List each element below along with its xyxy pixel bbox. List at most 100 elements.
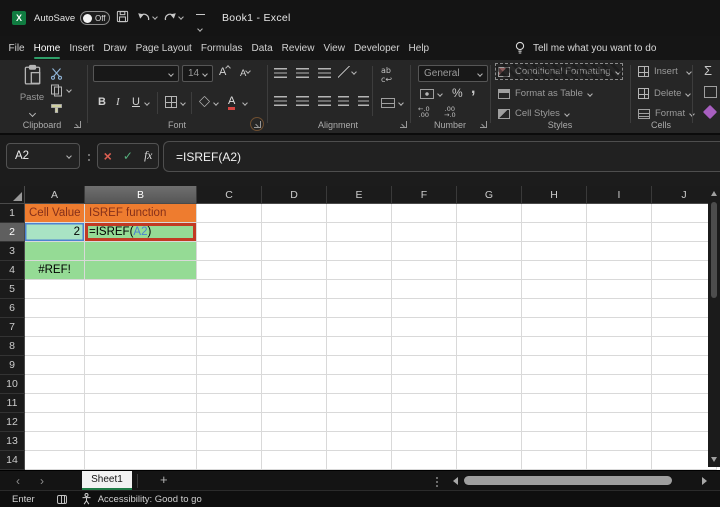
cell-E7[interactable] [327, 318, 392, 337]
copy-button[interactable] [50, 84, 63, 102]
comma-style-button[interactable]: , [471, 80, 475, 98]
column-header-a[interactable]: A [25, 186, 85, 204]
cell-C2[interactable] [197, 223, 262, 242]
cell-H5[interactable] [522, 280, 587, 299]
cell-B2[interactable]: =ISREF(A2) [85, 223, 197, 242]
cell-D5[interactable] [262, 280, 327, 299]
cell-H10[interactable] [522, 375, 587, 394]
next-sheet-button[interactable]: › [40, 473, 44, 489]
column-header-i[interactable]: I [587, 186, 652, 204]
row-header-7[interactable]: 7 [0, 318, 25, 337]
fill-color-chevron-icon[interactable] [213, 100, 219, 106]
cell-E5[interactable] [327, 280, 392, 299]
cell-G7[interactable] [457, 318, 522, 337]
macro-record-icon[interactable] [56, 494, 67, 504]
redo-button[interactable] [163, 11, 177, 29]
row-header-4[interactable]: 4 [0, 261, 25, 280]
cell-H9[interactable] [522, 356, 587, 375]
clear-eraser-icon[interactable] [702, 104, 718, 120]
orientation-chevron-icon[interactable] [351, 69, 357, 75]
delete-cells-button[interactable]: Delete [638, 88, 692, 99]
align-middle-button[interactable] [296, 68, 309, 78]
column-header-e[interactable]: E [327, 186, 392, 204]
cell-B6[interactable] [85, 299, 197, 318]
number-format-combobox[interactable]: General [418, 65, 488, 82]
clipboard-dialog-launcher[interactable] [74, 121, 81, 128]
cell-I13[interactable] [587, 432, 652, 451]
cell-D1[interactable] [262, 204, 327, 223]
cell-A13[interactable] [25, 432, 85, 451]
cell-F6[interactable] [392, 299, 457, 318]
autosave-toggle[interactable]: Off [80, 11, 110, 25]
cell-B10[interactable] [85, 375, 197, 394]
font-name-combobox[interactable] [93, 65, 179, 82]
font-color-button[interactable]: A [228, 96, 236, 110]
formula-input[interactable]: =ISREF(A2) [163, 141, 720, 172]
menu-tab-developer[interactable]: Developer [349, 36, 404, 60]
borders-chevron-icon[interactable] [180, 100, 186, 106]
cell-G2[interactable] [457, 223, 522, 242]
hscroll-left-arrow-icon[interactable] [453, 477, 458, 485]
column-header-b[interactable]: B [85, 186, 197, 204]
cell-C11[interactable] [197, 394, 262, 413]
row-header-14[interactable]: 14 [0, 451, 25, 470]
cell-D10[interactable] [262, 375, 327, 394]
menu-tab-page-layout[interactable]: Page Layout [131, 36, 196, 60]
row-header-3[interactable]: 3 [0, 242, 25, 261]
cell-B7[interactable] [85, 318, 197, 337]
cell-E11[interactable] [327, 394, 392, 413]
insert-cells-button[interactable]: Insert [638, 66, 692, 77]
cell-B3[interactable] [85, 242, 197, 261]
cell-C8[interactable] [197, 337, 262, 356]
row-header-13[interactable]: 13 [0, 432, 25, 451]
cell-D11[interactable] [262, 394, 327, 413]
cell-C4[interactable] [197, 261, 262, 280]
cell-H7[interactable] [522, 318, 587, 337]
cell-A6[interactable] [25, 299, 85, 318]
redo-dropdown-chevron-icon[interactable] [178, 14, 184, 20]
cell-C12[interactable] [197, 413, 262, 432]
cell-I4[interactable] [587, 261, 652, 280]
font-size-combobox[interactable]: 14 [182, 65, 213, 82]
cell-C13[interactable] [197, 432, 262, 451]
cell-H8[interactable] [522, 337, 587, 356]
menu-tab-help[interactable]: Help [404, 36, 434, 60]
column-header-f[interactable]: F [392, 186, 457, 204]
cell-H6[interactable] [522, 299, 587, 318]
cell-G8[interactable] [457, 337, 522, 356]
cancel-button[interactable]: × [104, 149, 112, 163]
cell-E3[interactable] [327, 242, 392, 261]
sheet-tab-sheet1[interactable]: Sheet1 [82, 471, 132, 491]
cell-I11[interactable] [587, 394, 652, 413]
cell-A9[interactable] [25, 356, 85, 375]
cell-F11[interactable] [392, 394, 457, 413]
insert-function-button[interactable]: fx [144, 150, 152, 162]
column-header-g[interactable]: G [457, 186, 522, 204]
row-header-10[interactable]: 10 [0, 375, 25, 394]
cell-B5[interactable] [85, 280, 197, 299]
format-cells-button[interactable]: Format [638, 108, 695, 119]
cell-F10[interactable] [392, 375, 457, 394]
orientation-button[interactable] [338, 66, 350, 78]
row-header-5[interactable]: 5 [0, 280, 25, 299]
cell-G3[interactable] [457, 242, 522, 261]
cell-D7[interactable] [262, 318, 327, 337]
align-bottom-button[interactable] [318, 68, 331, 78]
vertical-scrollbar[interactable] [708, 186, 720, 467]
cell-A14[interactable] [25, 451, 85, 470]
increase-indent-button[interactable] [358, 96, 369, 106]
cell-B12[interactable] [85, 413, 197, 432]
row-header-9[interactable]: 9 [0, 356, 25, 375]
name-box[interactable]: A2 [6, 143, 80, 169]
increase-decimal-button[interactable]: ←.0 .00 [418, 106, 430, 119]
cell-D12[interactable] [262, 413, 327, 432]
cell-A4[interactable]: #REF! [25, 261, 85, 280]
number-dialog-launcher[interactable] [480, 121, 487, 128]
merge-center-button[interactable] [381, 98, 395, 108]
menu-tab-formulas[interactable]: Formulas [196, 36, 247, 60]
cell-D4[interactable] [262, 261, 327, 280]
cell-D14[interactable] [262, 451, 327, 470]
cell-F4[interactable] [392, 261, 457, 280]
cell-D9[interactable] [262, 356, 327, 375]
cell-I12[interactable] [587, 413, 652, 432]
